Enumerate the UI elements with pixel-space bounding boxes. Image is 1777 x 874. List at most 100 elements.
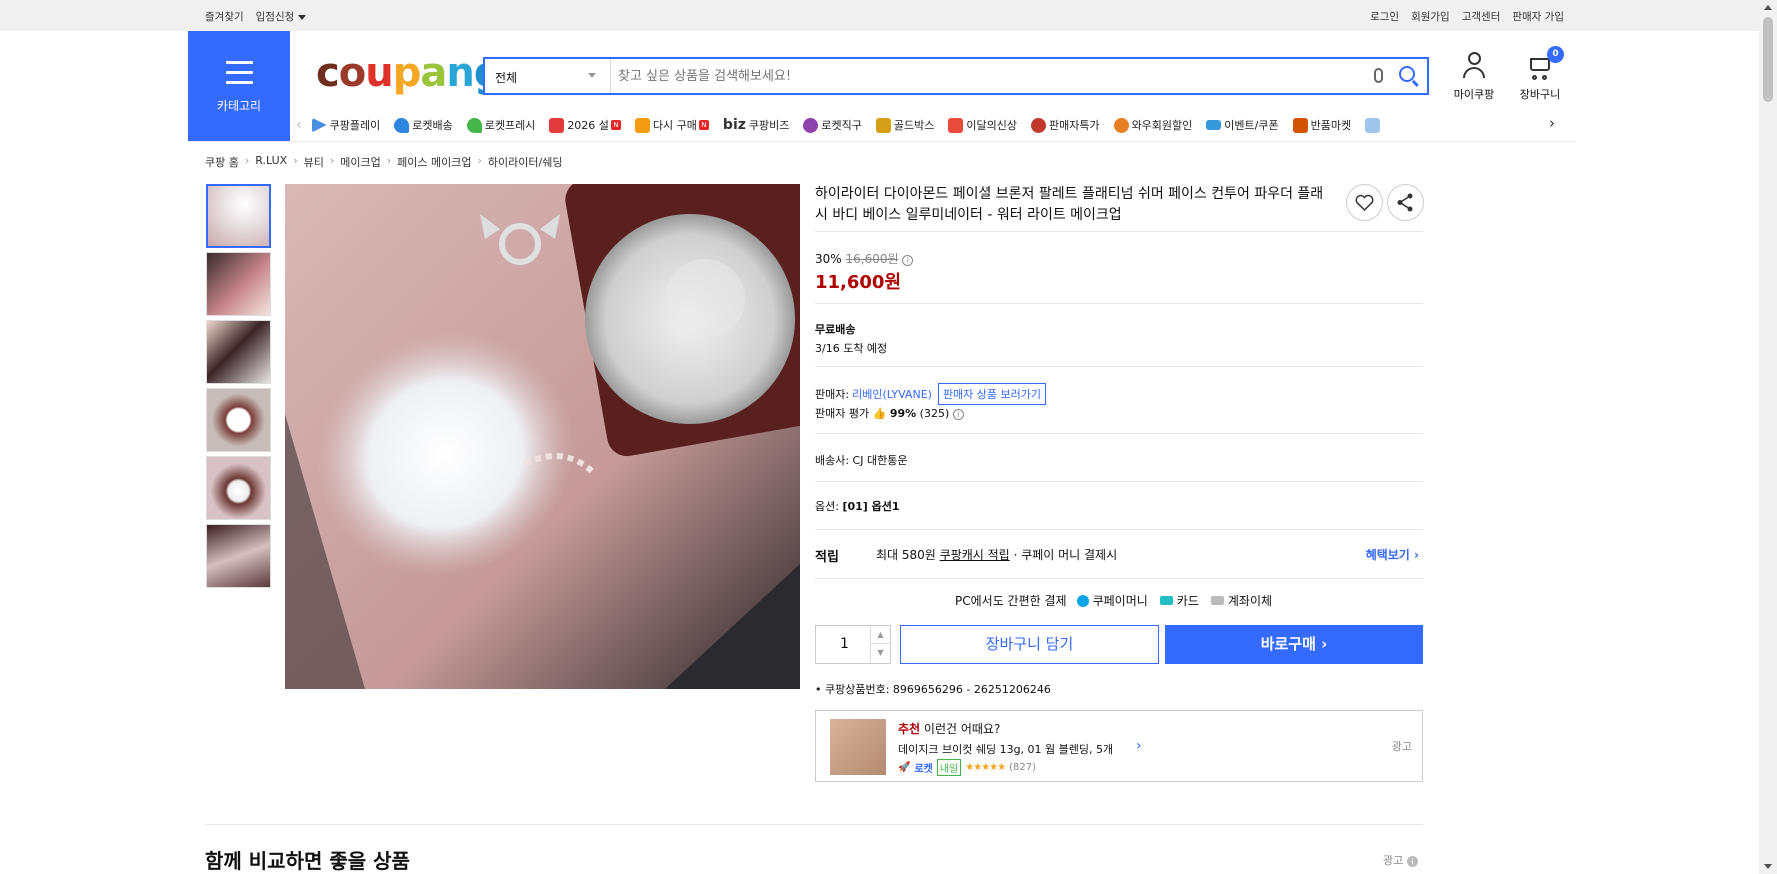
- search-bar: 전체: [483, 57, 1429, 95]
- divider: [815, 578, 1423, 579]
- seller-name-link[interactable]: 리베인(LYVANE): [852, 386, 932, 402]
- search-input[interactable]: [618, 65, 1318, 87]
- nav-sellerdeal[interactable]: 판매자특가: [1030, 117, 1100, 133]
- search-icon[interactable]: [1399, 66, 1415, 82]
- chevron-right-icon: ›: [1321, 635, 1328, 653]
- coupang-cash-link[interactable]: 쿠팡캐시 적립: [940, 548, 1010, 562]
- pay-bank: 계좌이체: [1227, 594, 1273, 608]
- chevron-down-icon[interactable]: ▼: [871, 644, 890, 662]
- add-to-cart-button[interactable]: 장바구니 담기: [900, 625, 1159, 664]
- benefits-label: 혜택보기: [1365, 548, 1410, 562]
- recommended-product-name[interactable]: 데이지크 브이컷 쉐딩 13g, 01 웜 블렌딩, 5개: [898, 741, 1113, 757]
- reward-label: 적립: [815, 550, 839, 565]
- customer-center-link[interactable]: 고객센터: [1462, 9, 1501, 24]
- biz-icon: biz: [722, 117, 746, 133]
- breadcrumb-beauty[interactable]: 뷰티: [304, 154, 324, 170]
- divider: [815, 303, 1423, 304]
- info-icon[interactable]: i: [1406, 856, 1418, 867]
- coupang-logo[interactable]: coupang: [316, 50, 502, 96]
- thumbnail[interactable]: [206, 252, 271, 316]
- chevron-up-icon[interactable]: ▲: [871, 626, 890, 644]
- free-shipping: 무료배송: [815, 323, 856, 336]
- microphone-icon[interactable]: [1374, 68, 1383, 83]
- chevron-left-icon[interactable]: ‹: [296, 117, 302, 133]
- nav-label: 이달의신상: [966, 119, 1017, 132]
- nav-more-partial[interactable]: [1365, 117, 1383, 133]
- nav-biz[interactable]: biz 쿠팡비즈: [723, 117, 789, 133]
- login-link[interactable]: 로그인: [1370, 9, 1399, 24]
- mycoupang-button[interactable]: 마이쿠팡: [1447, 52, 1501, 102]
- wishlist-button[interactable]: [1346, 184, 1383, 221]
- seller-info: 판매자: 리베인(LYVANE) 판매자 상품 보러가기: [815, 383, 1047, 405]
- gift-icon: [549, 117, 565, 133]
- divider: [815, 481, 1423, 482]
- info-icon[interactable]: i: [952, 409, 964, 420]
- signup-link[interactable]: 회원가입: [1411, 9, 1450, 24]
- breadcrumb-home[interactable]: 쿠팡 홈: [205, 154, 239, 170]
- nav-rocketfresh[interactable]: 로켓프레시: [466, 117, 535, 133]
- nav-label: 다시 구매: [652, 119, 697, 132]
- nav-seollal[interactable]: 2026 설N: [549, 117, 621, 133]
- scrollbar[interactable]: [1759, 0, 1777, 874]
- seller-signup-link[interactable]: 판매자 가입: [1512, 9, 1564, 24]
- rocket-fresh-icon: [466, 117, 482, 133]
- seller-products-button[interactable]: 판매자 상품 보러가기: [937, 383, 1047, 405]
- recommended-product-image[interactable]: [830, 719, 886, 775]
- nav-goldbox[interactable]: 골드박스: [875, 117, 934, 133]
- nav-rocketjikgu[interactable]: 로켓직구: [803, 117, 862, 133]
- discount-info: 30% 16,600원 i: [815, 250, 914, 267]
- seller-apply-link[interactable]: 입점신청: [256, 9, 307, 24]
- nav-label: 로켓배송: [412, 119, 453, 132]
- breadcrumb-brand[interactable]: R.LUX: [255, 154, 287, 170]
- buy-now-button[interactable]: 바로구매 ›: [1165, 625, 1423, 664]
- reward-detail: 최대 580원 쿠팡캐시 적립 · 쿠페이 머니 결제시: [876, 546, 1117, 563]
- breadcrumb-highlighter[interactable]: 하이라이터/쉐딩: [488, 154, 563, 170]
- quantity-stepper[interactable]: 1 ▲ ▼: [815, 625, 891, 664]
- bookmark-link[interactable]: 즐겨찾기: [205, 9, 244, 24]
- scroll-down-arrow[interactable]: [1764, 864, 1772, 869]
- pay-coupay: 쿠페이머니: [1092, 594, 1148, 608]
- chevron-right-icon[interactable]: ›: [1136, 738, 1142, 754]
- quantity-value[interactable]: 1: [840, 636, 849, 652]
- nav-rebuy[interactable]: 다시 구매 N: [634, 117, 709, 133]
- scrollbar-thumb[interactable]: [1763, 17, 1773, 102]
- thumbnail[interactable]: [206, 320, 271, 384]
- rocket-icon: [394, 117, 410, 133]
- product-main-image[interactable]: [285, 184, 800, 689]
- thumbnail[interactable]: [206, 388, 271, 452]
- seller-apply-label: 입점신청: [255, 11, 295, 23]
- cart-label: 장바구니: [1519, 88, 1561, 101]
- benefits-link[interactable]: 혜택보기 ›: [1366, 546, 1419, 563]
- info-icon[interactable]: i: [902, 255, 914, 266]
- thumbnail[interactable]: [206, 184, 271, 248]
- heart-icon: [1355, 194, 1374, 212]
- breadcrumb-makeup[interactable]: 메이크업: [340, 154, 380, 170]
- star-rating: ★★★★★: [965, 762, 1006, 773]
- percent-icon: [1030, 117, 1046, 133]
- divider: [815, 366, 1423, 367]
- thumbnail[interactable]: [206, 456, 271, 520]
- chevron-right-icon[interactable]: ›: [1549, 114, 1555, 132]
- thumbnail[interactable]: [206, 524, 271, 588]
- recommendation-card[interactable]: 추천 이런건 어때요? 데이지크 브이컷 쉐딩 13g, 01 웜 블렌딩, 5…: [815, 710, 1423, 782]
- category-button[interactable]: 카테고리: [188, 31, 290, 141]
- nav-coupangplay[interactable]: 쿠팡플레이: [311, 117, 380, 133]
- nav-event[interactable]: 이벤트/쿠폰: [1206, 117, 1279, 133]
- nav-returnmarket[interactable]: 반품마켓: [1292, 117, 1352, 133]
- scroll-up-arrow[interactable]: [1764, 5, 1772, 10]
- share-button[interactable]: [1387, 184, 1424, 221]
- globe-icon: [803, 117, 819, 133]
- search-category-select[interactable]: 전체: [485, 59, 611, 93]
- reward-row: 적립 최대 580원 쿠팡캐시 적립 · 쿠페이 머니 결제시 혜택보기 ›: [815, 546, 1423, 565]
- nav-newarrival[interactable]: 이달의신상: [948, 117, 1017, 133]
- option-value: [01] 옵션1: [842, 500, 900, 513]
- nav-rocket[interactable]: 로켓배송: [394, 117, 453, 133]
- original-price: 16,600원: [845, 252, 899, 266]
- rocket-label: 로켓: [914, 764, 933, 775]
- nav-label: 반품마켓: [1310, 119, 1352, 132]
- seller-rating-label: 판매자 평가: [815, 407, 870, 420]
- partial-icon: [1365, 117, 1381, 133]
- breadcrumb-face[interactable]: 페이스 메이크업: [397, 154, 471, 170]
- nav-wow[interactable]: 와우회원할인: [1113, 117, 1192, 133]
- person-icon: [1463, 52, 1485, 80]
